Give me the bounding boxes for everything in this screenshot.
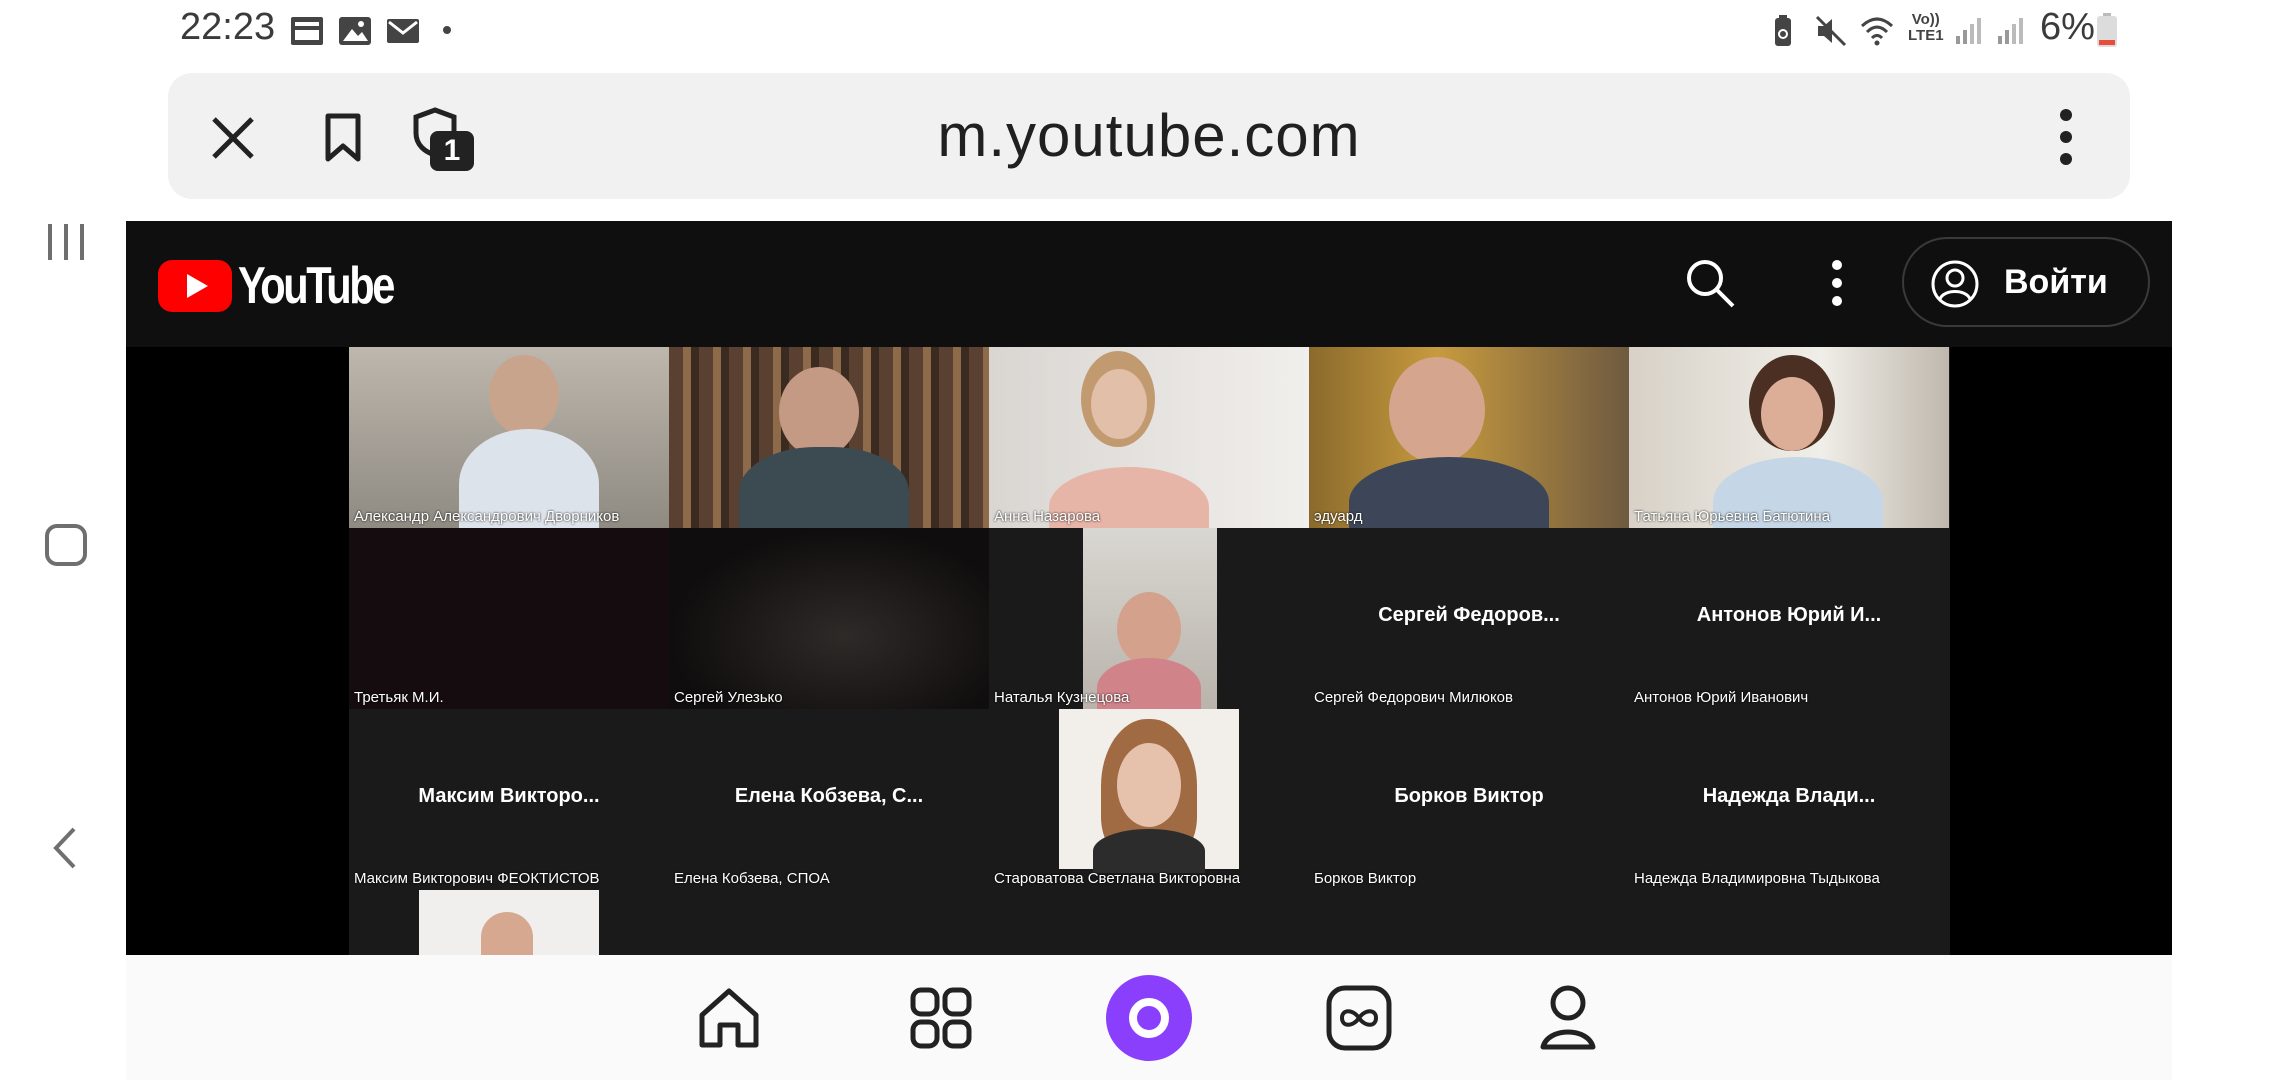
youtube-header: YouTube Войти: [126, 221, 2172, 347]
profile-icon[interactable]: [1538, 983, 1598, 1053]
recent-apps-icon[interactable]: [44, 222, 88, 262]
status-time: 22:23: [180, 6, 276, 48]
video-tile: Анна Назарова: [989, 347, 1309, 528]
video-tile: Надежда Влади... Надежда Владимировна Ты…: [1629, 709, 1949, 890]
search-icon[interactable]: [1684, 257, 1736, 309]
sign-in-label: Войти: [2004, 263, 2108, 301]
video-tile: Староватова Светлана Викторовна: [989, 709, 1309, 890]
address-bar[interactable]: 1 m.youtube.com: [168, 73, 2130, 199]
youtube-logo-text: YouTube: [238, 257, 395, 315]
mute-icon: [1815, 15, 1847, 47]
signal-icon: [1998, 18, 2023, 44]
back-nav-icon[interactable]: [48, 826, 84, 870]
apps-grid-icon[interactable]: [910, 987, 972, 1049]
url-text[interactable]: m.youtube.com: [168, 101, 2130, 170]
video-tile: Татьяна Юрьевна Батютина: [1629, 347, 1949, 528]
dot-icon: [443, 26, 451, 34]
video-tile: [669, 347, 989, 528]
mail-icon: [387, 19, 419, 43]
video-tile-partial: [419, 890, 599, 955]
image-icon: [339, 17, 371, 45]
wifi-icon: [1860, 17, 1894, 46]
home-nav-icon[interactable]: [44, 523, 88, 567]
video-tile: Максим Викторо... Максим Викторович ФЕОК…: [349, 709, 669, 890]
youtube-logo[interactable]: YouTube: [158, 256, 418, 315]
battery-icon: [2097, 13, 2117, 47]
infinity-icon[interactable]: [1326, 985, 1392, 1051]
video-tile: Борков Виктор Борков Виктор: [1309, 709, 1629, 890]
mail-outline-icon: [291, 17, 323, 45]
video-tile: эдуард: [1309, 347, 1629, 528]
signal-icon: [1956, 18, 1981, 44]
video-tile: Третьяк М.И.: [349, 528, 669, 709]
video-tile: Сергей Федоров... Сергей Федорович Милюк…: [1309, 528, 1629, 709]
youtube-play-logo-icon: [158, 260, 232, 312]
video-tile: Антонов Юрий И... Антонов Юрий Иванович: [1629, 528, 1949, 709]
video-tile: Елена Кобзева, С... Елена Кобзева, СПОА: [669, 709, 989, 890]
alice-assistant-icon: [1129, 998, 1169, 1038]
alice-assistant-button[interactable]: [1106, 975, 1192, 1061]
video-conference-grid[interactable]: Александр Александрович Дворников Анна Н…: [349, 347, 1950, 955]
network-type-label: Vo)) LTE1: [1908, 11, 1944, 44]
video-tile: Сергей Улезько: [669, 528, 989, 709]
video-tile: Наталья Кузнецова: [989, 528, 1309, 709]
screen-edge: [2172, 0, 2280, 1080]
video-tile: Александр Александрович Дворников: [349, 347, 669, 528]
account-icon: [1931, 260, 1979, 308]
home-icon[interactable]: [696, 985, 762, 1051]
sign-in-button[interactable]: Войти: [1902, 237, 2150, 327]
battery-percent: 6%: [2040, 6, 2095, 48]
browser-bottom-nav: [126, 955, 2172, 1080]
status-bar: 22:23 Vo)) LTE1 6%: [126, 0, 2172, 62]
battery-saver-icon: [1775, 15, 1791, 46]
youtube-more-icon[interactable]: [1830, 259, 1844, 307]
more-options-icon[interactable]: [2058, 109, 2074, 165]
